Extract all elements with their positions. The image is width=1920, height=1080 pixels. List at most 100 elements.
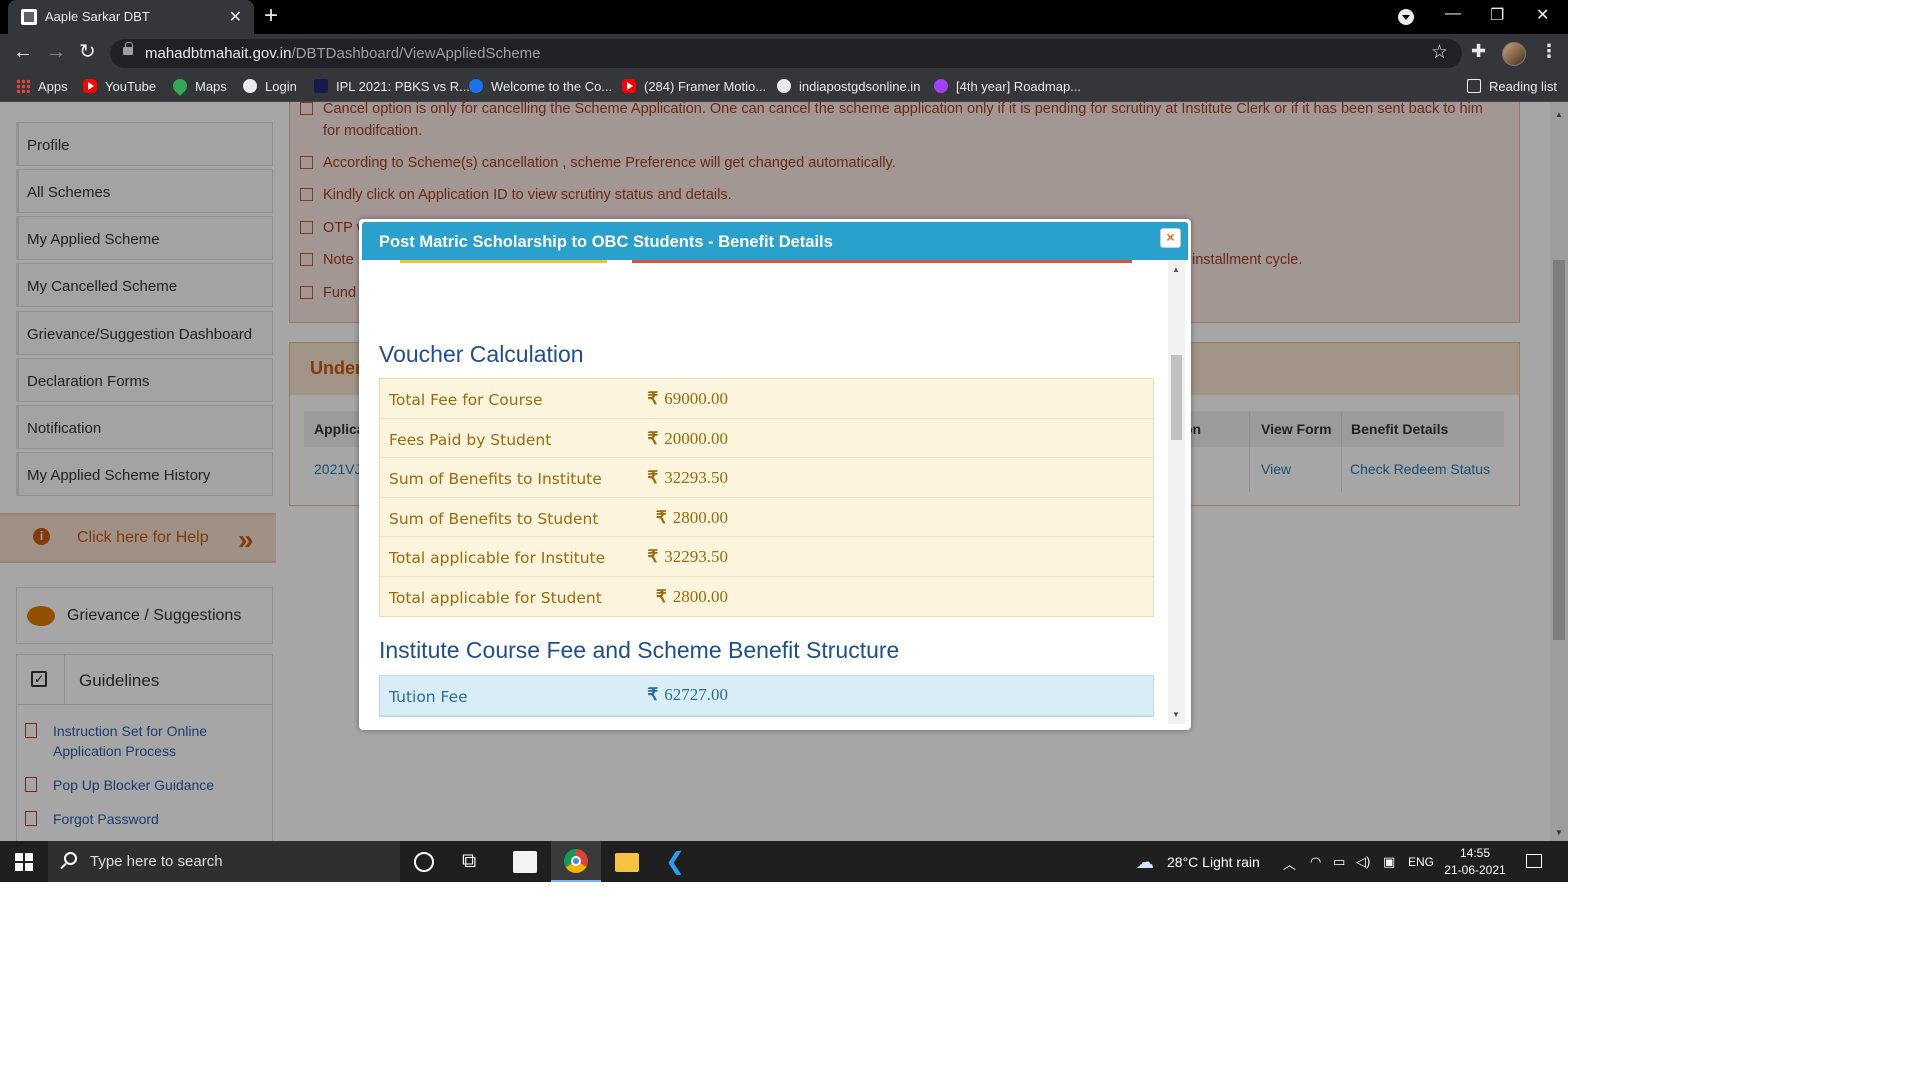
close-window-button[interactable]: ✕ [1536,5,1549,25]
clock-date: 21-06-2021 [1444,863,1506,877]
voucher-row: Total applicable for Student ₹2800.00 [380,576,1153,616]
rupee-icon: ₹ [647,428,659,448]
search-placeholder: Type here to search [90,853,223,870]
minimize-button[interactable]: — [1445,5,1461,23]
restore-button[interactable]: ❐ [1490,5,1504,25]
voucher-amount: ₹32293.50 [647,468,728,487]
modal-scrollbar-thumb[interactable] [1171,355,1182,440]
bookmark-youtube[interactable]: YouTube [83,79,156,94]
vscode-icon[interactable]: ❮ [665,847,691,875]
voucher-amount: ₹69000.00 [647,389,728,408]
rupee-icon: ₹ [647,547,659,566]
bookmark-apps[interactable]: Apps [16,79,68,94]
rupee-icon: ₹ [647,685,659,704]
youtube-icon [622,79,636,93]
windows-taskbar: Type here to search ⧉ ❮ ☁ 28°C Light rai… [0,841,1568,882]
task-view-icon[interactable]: ⧉ [462,850,488,876]
clock[interactable]: 14:55 21-06-2021 [1440,845,1510,879]
structure-row: Tution Fee ₹62727.00 [380,676,1153,716]
close-tab-icon[interactable]: ✕ [229,7,242,27]
windows-start-button[interactable] [15,853,33,871]
extensions-puzzle-icon[interactable]: ✚ [1471,41,1486,62]
rupee-icon: ₹ [647,389,659,408]
globe-icon [777,79,791,93]
weather-text[interactable]: 28°C Light rain [1167,854,1260,870]
voucher-label: Sum of Benefits to Student [389,509,599,528]
clock-time: 14:55 [1459,846,1491,860]
weather-cloud-icon: ☁ [1136,852,1154,872]
url-path: /DBTDashboard/ViewAppliedScheme [291,45,541,62]
voucher-label: Total Fee for Course [389,391,543,409]
language-indicator[interactable]: ENG [1408,855,1434,869]
bookmark-maps[interactable]: Maps [170,76,227,96]
tray-chevron-up-icon[interactable]: ︿ [1283,854,1296,873]
profile-avatar[interactable] [1502,42,1526,66]
bookmarks-bar: Apps YouTube Maps Login IPL 2021: PBKS v… [0,72,1568,102]
url-host: mahadbtmahait.gov.in [145,45,292,62]
store-icon[interactable] [513,851,537,873]
forward-button[interactable]: → [46,42,66,62]
reload-button[interactable]: ↻ [79,42,96,62]
voucher-row: Sum of Benefits to Student ₹2800.00 [380,497,1153,537]
voucher-calculation-heading: Voucher Calculation [379,341,584,367]
voucher-amount: ₹2800.00 [655,586,728,606]
rupee-icon: ₹ [647,468,659,487]
browser-tabstrip: Aaple Sarkar DBT ✕ + — ❐ ✕ [0,0,1568,34]
voucher-row: Fees Paid by Student ₹20000.00 [380,418,1153,458]
search-icon [64,852,77,865]
rupee-icon: ₹ [655,586,667,606]
new-tab-button[interactable]: + [264,2,278,30]
tab-title: Aaple Sarkar DBT [45,9,150,24]
voucher-row: Total applicable for Institute ₹32293.50 [380,537,1153,577]
meet-now-icon[interactable]: ▣ [1383,854,1395,870]
file-explorer-icon[interactable] [615,853,639,872]
taskbar-search-box[interactable]: Type here to search [48,841,400,882]
bookmark-indiapost[interactable]: indiapostgdsonline.in [777,79,920,94]
browser-tab[interactable]: Aaple Sarkar DBT ✕ [8,0,254,34]
rupee-icon: ₹ [655,507,667,527]
close-modal-button[interactable]: × [1160,228,1181,248]
voucher-table: Total Fee for Course ₹69000.00 Fees Paid b… [379,378,1154,617]
browser-menu-icon[interactable]: ⋮ [1540,41,1558,62]
notification-center-icon[interactable] [1526,854,1542,868]
address-bar[interactable]: mahadbtmahait.gov.in/DBTDashboard/ViewAp… [110,39,1462,68]
bookmark-welcome[interactable]: Welcome to the Co... [469,79,612,94]
apps-grid-icon [16,79,30,93]
bookmark-ipl[interactable]: IPL 2021: PBKS vs R... [314,79,470,94]
reading-list-icon [1467,79,1481,93]
structure-amount: ₹62727.00 [647,685,728,704]
voucher-label: Total applicable for Student [389,588,602,607]
bookmark-star-icon[interactable]: ☆ [1431,41,1448,64]
modal-header: Post Matric Scholarship to OBC Students … [362,222,1188,260]
battery-icon[interactable]: ▭ [1333,854,1345,870]
site-icon [314,79,328,93]
bookmark-login[interactable]: Login [243,79,297,94]
bookmark-framer[interactable]: (284) Framer Motio... [622,79,766,94]
network-icon[interactable]: ◠ [1310,854,1321,870]
voucher-amount: ₹20000.00 [647,428,728,448]
globe-icon [243,79,257,93]
voucher-row: Total Fee for Course ₹69000.00 [380,379,1153,419]
reading-list[interactable]: Reading list [1467,79,1557,94]
chrome-taskbar-button[interactable] [551,841,601,882]
structure-heading: Institute Course Fee and Scheme Benefit … [379,637,900,663]
m-site-icon [934,79,948,93]
lock-icon[interactable] [123,42,133,55]
benefit-details-modal: Post Matric Scholarship to OBC Students … [359,219,1191,730]
modal-body: Voucher Calculation Total Fee for Course… [362,260,1168,724]
voucher-row: Sum of Benefits to Institute ₹32293.50 [380,458,1153,498]
tab-search-icon[interactable] [1398,9,1414,25]
voucher-label: Fees Paid by Student [389,430,552,449]
voucher-amount: ₹2800.00 [655,507,728,527]
volume-icon[interactable]: ◁) [1356,854,1370,870]
c-site-icon [469,79,483,93]
back-button[interactable]: ← [13,42,33,62]
voucher-label: Sum of Benefits to Institute [389,470,602,488]
page-favicon-icon [21,9,37,25]
cortana-icon[interactable] [414,852,434,872]
modal-scrollbar[interactable]: ▲ ▼ [1168,260,1185,724]
voucher-amount: ₹32293.50 [647,547,728,566]
bookmark-roadmap[interactable]: [4th year] Roadmap... [934,79,1081,94]
youtube-icon [83,79,97,93]
modal-title: Post Matric Scholarship to OBC Students … [379,233,833,251]
